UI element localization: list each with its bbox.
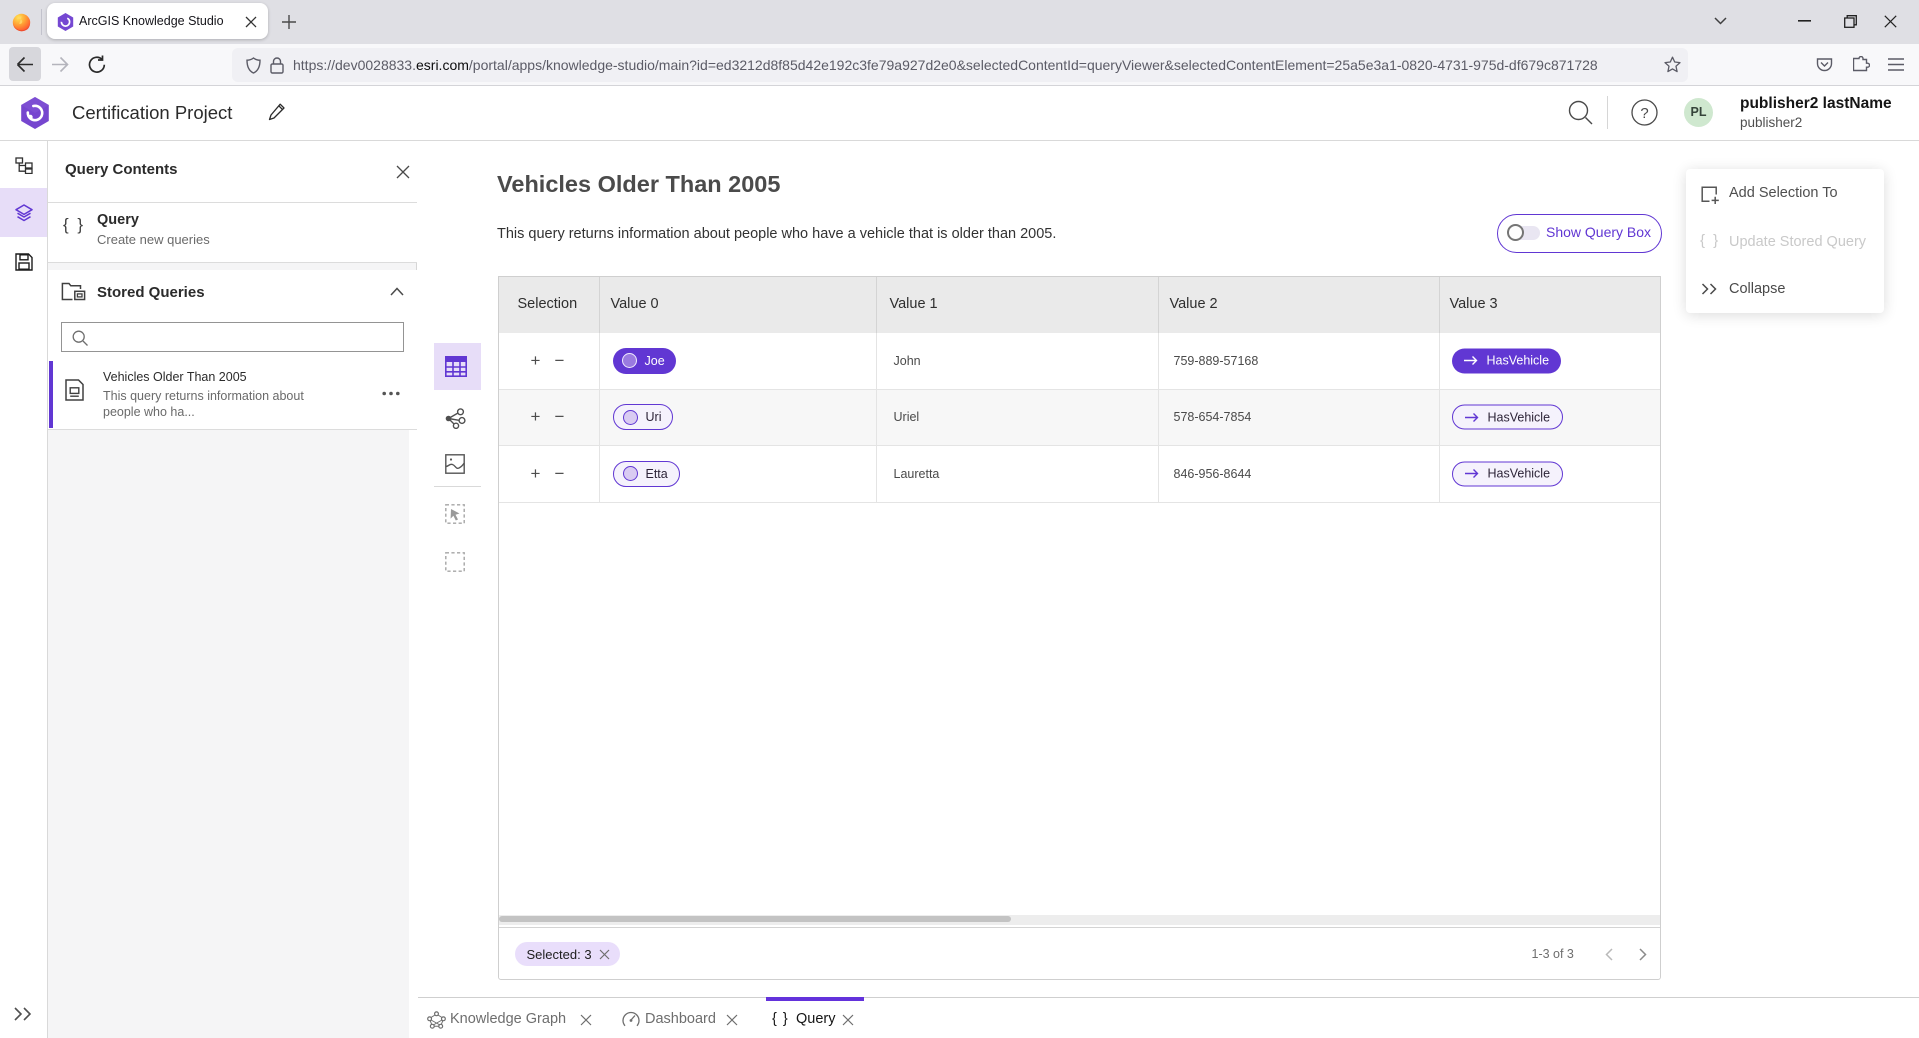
svg-text:?: ? <box>1640 105 1648 122</box>
